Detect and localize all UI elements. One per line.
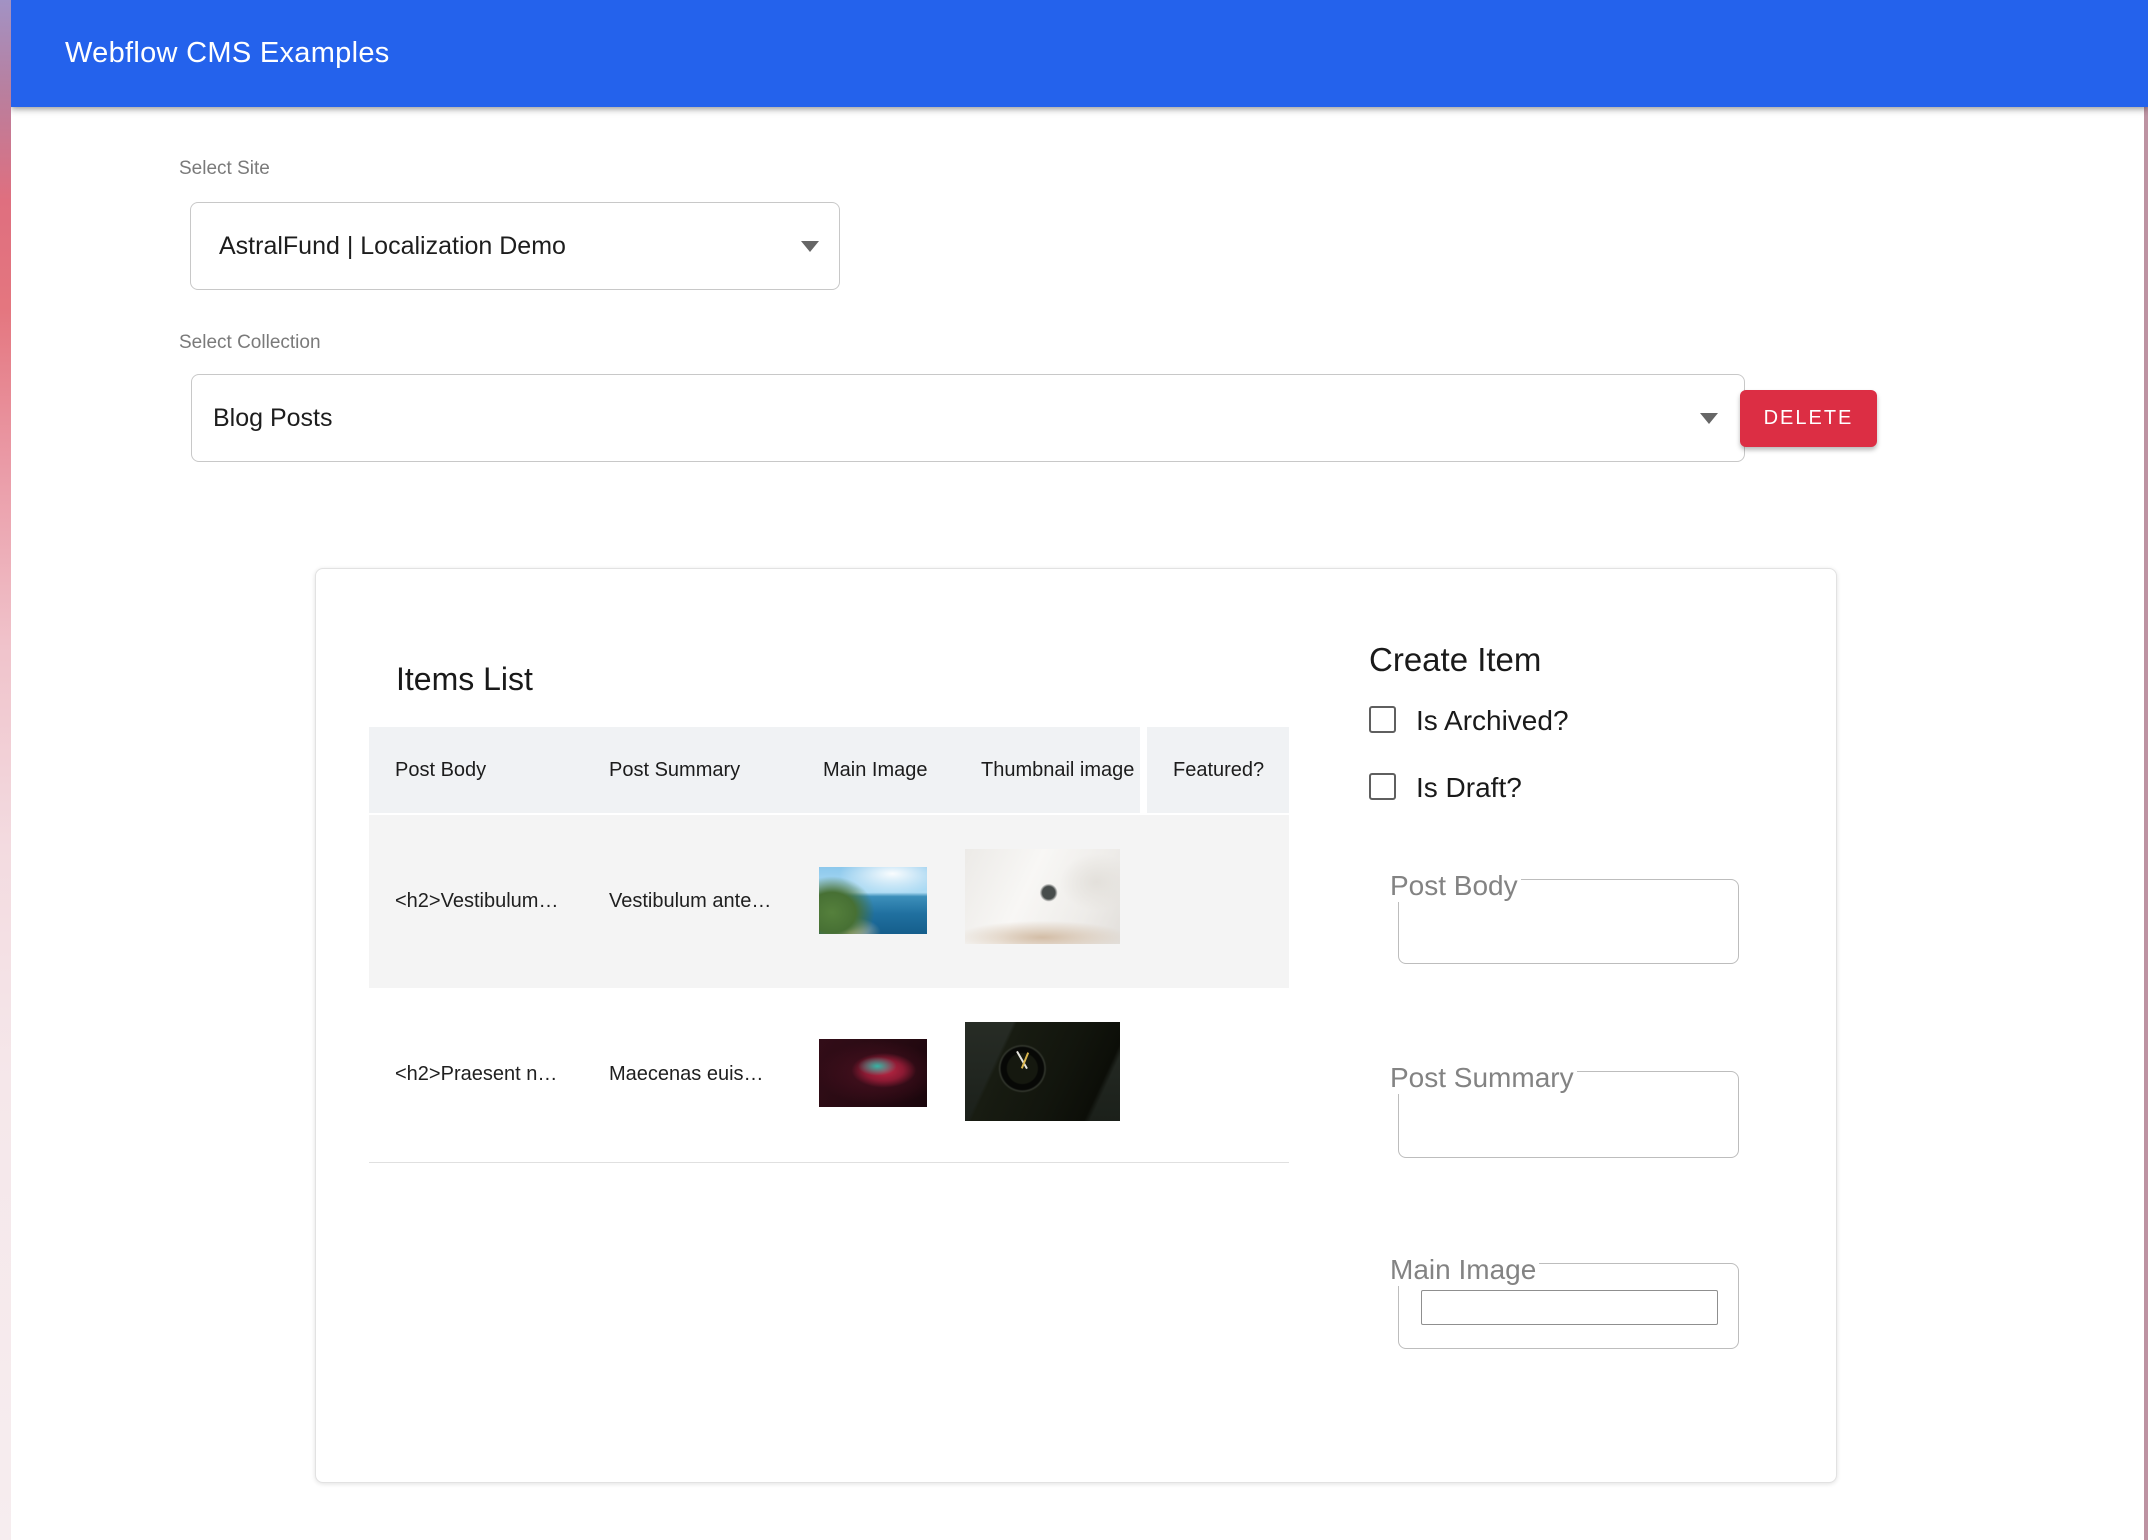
- is-archived-checkbox[interactable]: [1369, 706, 1396, 733]
- select-collection-label: Select Collection: [179, 332, 321, 354]
- app-header: Webflow CMS Examples: [11, 0, 2148, 107]
- thumbnail-image-thumbnail: [965, 849, 1120, 944]
- page-title: Webflow CMS Examples: [65, 0, 390, 107]
- main-image-field: Main Image: [1398, 1263, 1739, 1349]
- column-header-post-summary: Post Summary: [609, 727, 740, 813]
- delete-button-label: DELETE: [1764, 407, 1854, 430]
- cell-post-summary: Vestibulum ante…: [609, 890, 771, 913]
- main-image-file-input[interactable]: [1421, 1290, 1718, 1325]
- is-draft-label[interactable]: Is Draft?: [1416, 772, 1522, 804]
- cell-post-body: <h2>Praesent n…: [395, 1063, 557, 1086]
- is-draft-checkbox[interactable]: [1369, 773, 1396, 800]
- create-item-title: Create Item: [1369, 641, 1541, 679]
- cell-post-summary: Maecenas euis…: [609, 1063, 764, 1086]
- is-archived-label[interactable]: Is Archived?: [1416, 705, 1569, 737]
- site-select-value: AstralFund | Localization Demo: [219, 203, 566, 289]
- main-image-thumbnail: [819, 867, 927, 934]
- left-accent-strip: [0, 0, 11, 1540]
- main-image-thumbnail: [819, 1039, 927, 1107]
- caret-down-icon: [1700, 413, 1718, 424]
- site-select[interactable]: AstralFund | Localization Demo: [190, 202, 840, 290]
- content-card: Items List Post Body Post Summary Main I…: [315, 568, 1837, 1483]
- thumbnail-image-thumbnail: [965, 1022, 1120, 1121]
- collection-select[interactable]: Blog Posts: [191, 374, 1745, 462]
- caret-down-icon: [801, 241, 819, 252]
- column-header-main-image: Main Image: [823, 727, 928, 813]
- post-body-field-label: Post Body: [1387, 870, 1521, 902]
- collection-select-value: Blog Posts: [213, 375, 333, 461]
- post-summary-field: Post Summary: [1398, 1071, 1739, 1158]
- post-body-field: Post Body: [1398, 879, 1739, 964]
- column-header-post-body: Post Body: [395, 727, 486, 813]
- post-summary-field-label: Post Summary: [1387, 1062, 1577, 1094]
- column-header-thumbnail-image: Thumbnail image: [981, 727, 1134, 813]
- main-image-field-label: Main Image: [1387, 1254, 1539, 1286]
- cell-post-body: <h2>Vestibulum…: [395, 890, 558, 913]
- items-list-title: Items List: [396, 661, 533, 698]
- column-header-featured: Featured?: [1173, 727, 1264, 813]
- delete-button[interactable]: DELETE: [1740, 390, 1877, 447]
- right-accent-strip: [2144, 107, 2148, 1540]
- select-site-label: Select Site: [179, 158, 270, 180]
